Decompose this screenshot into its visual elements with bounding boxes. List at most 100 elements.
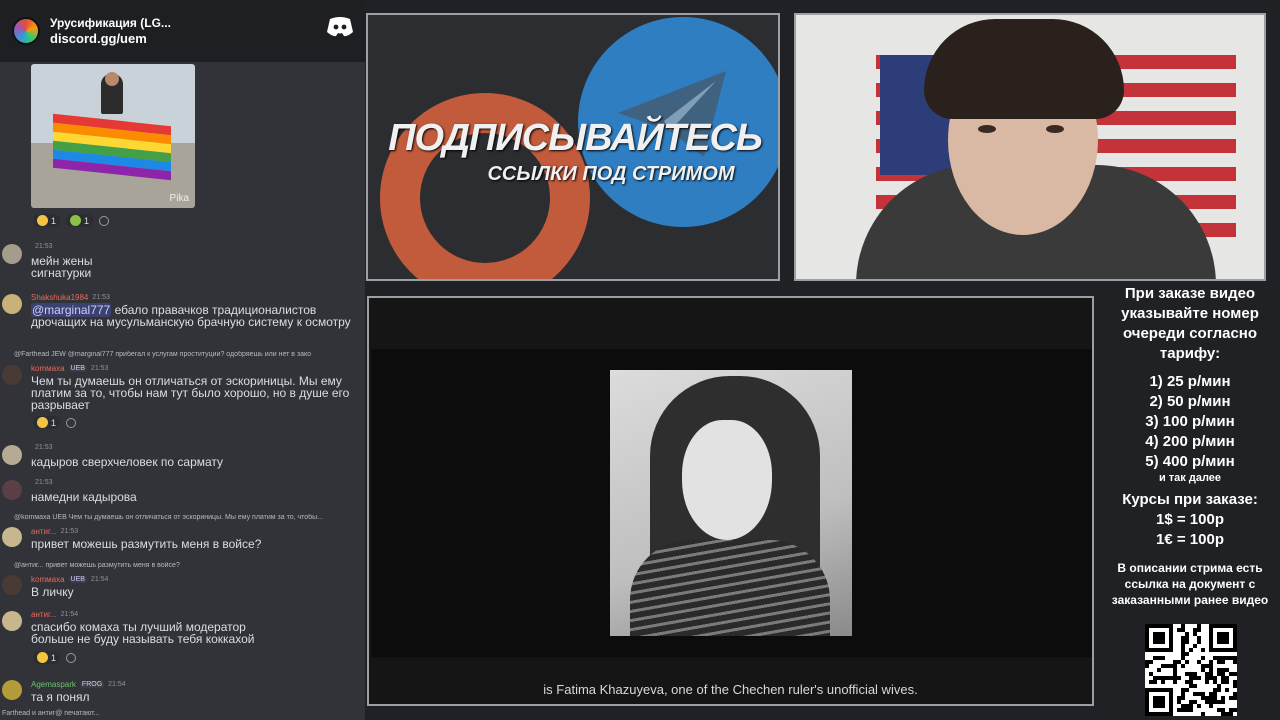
timestamp: 21:54 xyxy=(60,611,79,618)
emoji-icon xyxy=(70,215,82,226)
qr-module xyxy=(1213,692,1217,696)
timestamp: 21:53 xyxy=(35,479,53,486)
emoji-icon xyxy=(37,652,48,663)
qr-module xyxy=(1201,648,1205,652)
avatar[interactable] xyxy=(2,480,22,500)
streamer-hair xyxy=(924,19,1124,119)
username[interactable]: Agemaspark xyxy=(31,680,76,689)
qr-finder xyxy=(1153,696,1165,708)
video-subtitle: is Fatima Khazuyeva, one of the Chechen … xyxy=(543,682,918,697)
qr-module xyxy=(1177,708,1181,712)
qr-module xyxy=(1233,656,1237,660)
chat-image-attachment[interactable]: Pika xyxy=(31,64,195,208)
avatar[interactable] xyxy=(2,294,22,314)
qr-finder xyxy=(1217,632,1229,644)
qr-module xyxy=(1181,664,1185,668)
qr-module xyxy=(1173,660,1177,664)
qr-module xyxy=(1201,692,1205,696)
qr-module xyxy=(1169,676,1173,680)
qr-module xyxy=(1189,680,1193,684)
description-note: В описании стрима есть ссылка на докумен… xyxy=(1111,561,1269,607)
qr-module xyxy=(1217,684,1221,688)
username[interactable]: антиг... xyxy=(31,610,57,619)
reaction[interactable]: 1 xyxy=(33,214,61,227)
qr-module xyxy=(1193,628,1197,632)
qr-module xyxy=(1145,664,1149,668)
qr-module xyxy=(1193,692,1197,696)
video-player[interactable]: is Fatima Khazuyeva, one of the Chechen … xyxy=(367,296,1094,706)
server-invite-link[interactable]: discord.gg/uem xyxy=(50,31,171,47)
qr-module xyxy=(1233,692,1237,696)
qr-module xyxy=(1189,648,1193,652)
message-text: В личку xyxy=(31,585,74,599)
qr-module xyxy=(1189,708,1193,712)
reply-preview[interactable]: @Farthead JEW @marginal777 прибегал к ус… xyxy=(14,351,364,358)
username[interactable]: Shakshuka1984 xyxy=(31,293,88,302)
timestamp: 21:53 xyxy=(35,444,53,451)
avatar[interactable] xyxy=(2,365,22,385)
pricing-tier: 1) 25 р/мин xyxy=(1149,373,1231,390)
image-watermark: Pika xyxy=(169,193,189,204)
qr-module xyxy=(1157,656,1161,660)
add-reaction-icon[interactable] xyxy=(66,417,77,428)
qr-module xyxy=(1165,676,1169,680)
qr-module xyxy=(1225,676,1229,680)
add-reaction-icon[interactable] xyxy=(99,215,110,226)
qr-module xyxy=(1161,656,1165,660)
qr-module xyxy=(1193,672,1197,676)
qr-module xyxy=(1197,628,1201,632)
avatar[interactable] xyxy=(2,575,22,595)
reaction-count: 1 xyxy=(51,215,57,226)
reaction[interactable]: 1 xyxy=(33,651,61,664)
avatar[interactable] xyxy=(2,527,22,547)
qr-module xyxy=(1225,688,1229,692)
qr-module xyxy=(1233,684,1237,688)
qr-module xyxy=(1177,628,1181,632)
qr-code[interactable] xyxy=(1145,624,1237,716)
qr-module xyxy=(1217,700,1221,704)
chat-message: 21:53 мейн жены сигнатурки xyxy=(0,242,365,282)
pricing-tier: 3) 100 р/мин xyxy=(1145,413,1235,430)
image-person-head xyxy=(105,72,119,86)
avatar[interactable] xyxy=(2,680,22,700)
qr-module xyxy=(1201,696,1205,700)
qr-module xyxy=(1229,708,1233,712)
qr-module xyxy=(1161,680,1165,684)
avatar[interactable] xyxy=(2,611,22,631)
qr-module xyxy=(1201,664,1205,668)
pricing-panel: При заказе видео указывайте номер очеред… xyxy=(1100,283,1280,720)
username[interactable]: komмaxa xyxy=(31,575,65,584)
qr-module xyxy=(1153,676,1157,680)
qr-module xyxy=(1181,696,1185,700)
qr-module xyxy=(1209,700,1213,704)
qr-module xyxy=(1189,704,1193,708)
qr-module xyxy=(1221,708,1225,712)
qr-module xyxy=(1157,676,1161,680)
qr-module xyxy=(1221,700,1225,704)
emoji-icon xyxy=(37,417,48,428)
chat-message: 21:53 кадыров сверхчеловек по сармату xyxy=(0,443,365,471)
reaction-count: 1 xyxy=(51,417,57,428)
banner-subtitle: ССЫЛКИ ПОД СТРИМОМ xyxy=(487,163,735,185)
avatar[interactable] xyxy=(2,244,22,264)
qr-module xyxy=(1185,704,1189,708)
reaction[interactable]: 1 xyxy=(66,214,94,227)
discord-server-header[interactable]: Урусификация (LG... discord.gg/uem xyxy=(0,0,365,62)
reply-preview[interactable]: @komмaxa UEB Чем ты думаешь он отличатьс… xyxy=(14,514,364,521)
username[interactable]: антиг... xyxy=(31,527,57,536)
qr-module xyxy=(1189,676,1193,680)
reply-preview[interactable]: @антиг... привет можешь размутить меня в… xyxy=(14,562,364,569)
reaction-count: 1 xyxy=(84,215,90,226)
qr-module xyxy=(1173,664,1177,668)
streamer-eye xyxy=(1046,125,1064,133)
reaction[interactable]: 1 xyxy=(33,416,61,429)
chat-message: Agemaspark FROG 21:54 та я понял xyxy=(0,679,365,707)
server-name: Урусификация (LG... xyxy=(50,16,171,30)
add-reaction-icon[interactable] xyxy=(66,652,77,663)
avatar[interactable] xyxy=(2,445,22,465)
message-text: мейн жены сигнатурки xyxy=(31,254,93,280)
chat-message: @антиг... привет можешь размутить меня в… xyxy=(0,562,365,600)
username[interactable]: komмaxa xyxy=(31,364,65,373)
qr-module xyxy=(1205,672,1209,676)
qr-module xyxy=(1157,668,1161,672)
